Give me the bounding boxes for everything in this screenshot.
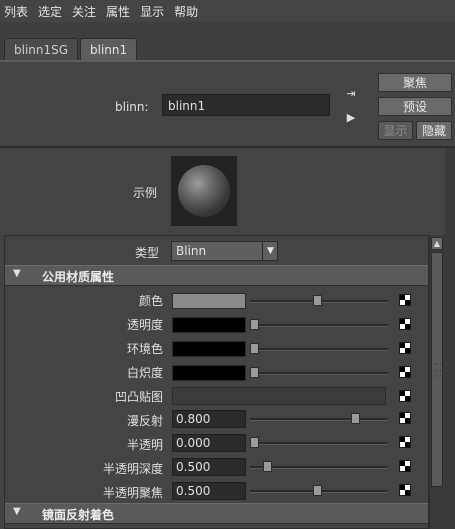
specular-section-title: 镜面反射着色 [42,508,115,522]
tab-blinn1sg[interactable]: blinn1SG [4,38,79,61]
translucence-focus-value-field[interactable]: 0.500 [172,482,246,500]
diffuse-value-field[interactable]: 0.800 [172,410,246,428]
translucence-focus-slider-handle[interactable] [313,485,322,496]
collapse-arrow-icon[interactable]: ▼ [13,506,21,517]
attr-label-translucence-depth: 半透明深度 [102,462,163,476]
checker-map-icon[interactable] [399,390,411,402]
menu-show[interactable]: 显示 [136,3,170,20]
scroll-grip-icon: ··· ··· ··· [434,360,442,381]
checker-map-icon[interactable] [399,318,411,330]
show-button[interactable]: 显示 [378,121,413,140]
hide-button[interactable]: 隐藏 [416,121,452,140]
ambient-slider-handle[interactable] [250,343,259,354]
translucence-depth-value-field[interactable]: 0.500 [172,458,246,476]
incandescence-slider-handle[interactable] [250,367,259,378]
input-connection-icon[interactable]: ⇥ [344,88,358,100]
material-sphere-preview [178,165,230,217]
ambient-swatch[interactable] [172,341,246,357]
common-material-section-title: 公用材质属性 [42,270,115,284]
transparency-slider-handle[interactable] [250,319,259,330]
type-label: 类型 [135,246,160,260]
menu-select[interactable]: 选定 [34,3,68,20]
menu-list[interactable]: 列表 [0,3,34,20]
output-connection-icon[interactable]: ▶ [344,112,358,124]
checker-map-icon[interactable] [399,366,411,378]
right-gutter [445,148,455,529]
transparency-slider-track[interactable] [250,324,388,327]
translucence-slider-handle[interactable] [250,437,259,448]
translucence-depth-slider-handle[interactable] [263,461,272,472]
ambient-slider-track[interactable] [250,348,388,351]
checker-map-icon[interactable] [399,436,411,448]
attr-label-ambient: 环境色 [126,342,163,356]
color-slider-handle[interactable] [313,295,322,306]
header-divider [0,146,455,148]
translucence-slider-track[interactable] [250,442,388,445]
incandescence-slider-track[interactable] [250,372,388,375]
tab-blinn1[interactable]: blinn1 [80,38,138,61]
attr-label-diffuse: 漫反射 [126,414,163,428]
attr-label-color: 颜色 [138,294,163,308]
sample-label: 示例 [133,186,158,200]
diffuse-slider-track[interactable] [250,418,388,421]
menu-attributes[interactable]: 属性 [102,3,136,20]
attr-label-incandescence: 白炽度 [126,366,163,380]
attr-label-translucence-focus: 半透明聚焦 [102,486,163,500]
attr-label-bump-map: 凹凸贴图 [114,390,163,404]
attr-label-transparency: 透明度 [126,318,163,332]
incandescence-swatch[interactable] [172,365,246,381]
menu-bar: 列表 选定 关注 属性 显示 帮助 [0,0,455,22]
tab-underline [0,60,455,62]
transparency-swatch[interactable] [172,317,246,333]
checker-map-icon[interactable] [399,342,411,354]
attr-label-translucence: 半透明 [126,438,163,452]
translucence-value-field[interactable]: 0.000 [172,434,246,452]
diffuse-slider-handle[interactable] [351,413,360,424]
menu-focus[interactable]: 关注 [68,3,102,20]
checker-map-icon[interactable] [399,484,411,496]
node-name-field[interactable]: blinn1 [162,94,330,116]
menu-help[interactable]: 帮助 [170,3,204,20]
focus-button[interactable]: 聚焦 [378,73,452,92]
scroll-up-icon[interactable]: ▲ [431,237,443,250]
checker-map-icon[interactable] [399,412,411,424]
checker-map-icon[interactable] [399,460,411,472]
collapse-arrow-icon[interactable]: ▼ [13,268,21,279]
presets-button[interactable]: 预设 [378,97,452,116]
chevron-down-icon[interactable]: ▼ [262,241,278,261]
checker-map-icon[interactable] [399,294,411,306]
node-type-label: blinn: [115,100,149,114]
color-swatch[interactable] [172,293,246,309]
bump-map-field[interactable] [172,387,386,405]
